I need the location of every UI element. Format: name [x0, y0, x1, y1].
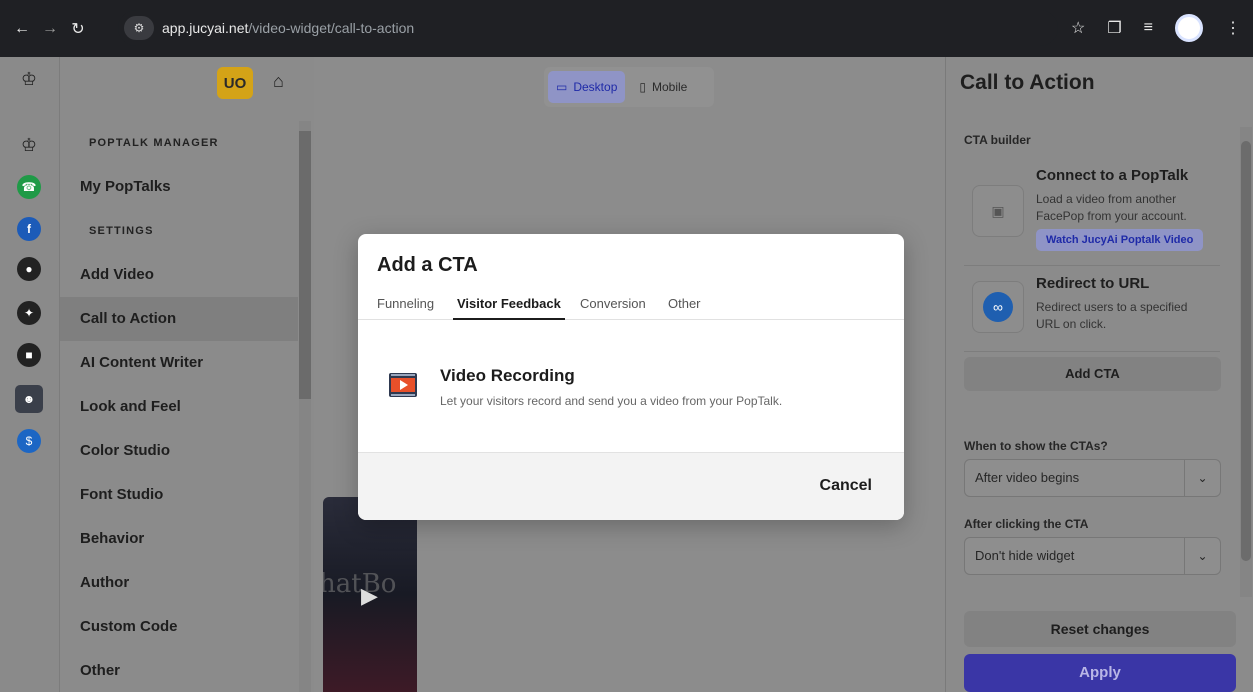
- video-recording-icon: [389, 373, 417, 397]
- section-settings: SETTINGS: [89, 225, 154, 237]
- divider: [964, 265, 1220, 266]
- option-title: Video Recording: [440, 366, 575, 385]
- sidebar-item-my-poptalks[interactable]: My PopTalks: [60, 165, 298, 209]
- cta-builder-label: CTA builder: [964, 133, 1031, 147]
- extensions-icon[interactable]: ❐: [1107, 18, 1121, 38]
- url-path: /video-widget/call-to-action: [248, 20, 415, 36]
- when-to-show-label: When to show the CTAs?: [964, 439, 1108, 453]
- panel-scrollbar[interactable]: [1240, 127, 1252, 597]
- back-icon[interactable]: ←: [8, 20, 36, 38]
- section-poptalk-manager: POPTALK MANAGER: [89, 137, 219, 149]
- apply-button[interactable]: Apply: [964, 654, 1236, 692]
- after-click-value: Don't hide widget: [975, 548, 1075, 563]
- user-avatar[interactable]: UO: [217, 67, 253, 99]
- bookmark-star-icon[interactable]: ☆: [1071, 18, 1085, 38]
- panel-title: Call to Action: [960, 71, 1095, 94]
- monitor-icon: ▭: [556, 80, 568, 94]
- media-queue-icon[interactable]: ≡: [1144, 19, 1153, 37]
- cta-card-title: Connect to a PopTalk: [1036, 167, 1189, 184]
- sidebar-item-ai-content-writer[interactable]: AI Content Writer: [60, 341, 298, 385]
- forward-icon[interactable]: →: [36, 20, 64, 38]
- sidebar-item-add-video[interactable]: Add Video: [60, 253, 298, 297]
- sidebar-item-behavior[interactable]: Behavior: [60, 517, 298, 561]
- cta-card-description: Redirect users to a specified URL on cli…: [1036, 300, 1188, 331]
- chevron-down-icon[interactable]: ⌄: [1184, 460, 1220, 496]
- profile-avatar[interactable]: [1175, 14, 1203, 42]
- video-thumbnail-text: hatBo: [323, 569, 397, 599]
- contact-icon[interactable]: ●: [17, 257, 41, 281]
- app-icon-rail: ♔ ♔ ☎ f ● ✦ ■ ☻ $: [0, 57, 60, 692]
- tab-funneling[interactable]: Funneling: [377, 296, 434, 320]
- after-click-label: After clicking the CTA: [964, 517, 1089, 531]
- sidebar-item-author[interactable]: Author: [60, 561, 298, 605]
- poptalk-app-icon[interactable]: ♔: [17, 133, 41, 157]
- sidebar-item-font-studio[interactable]: Font Studio: [60, 473, 298, 517]
- after-click-select[interactable]: Don't hide widget ⌄: [964, 537, 1221, 575]
- sidebar-menu: POPTALK MANAGER My PopTalks SETTINGS Add…: [60, 121, 298, 692]
- phone-icon: ▯: [639, 80, 646, 94]
- cta-category-tabs: Funneling Visitor Feedback Conversion Ot…: [358, 296, 904, 320]
- watch-poptalk-video-link[interactable]: Watch JucyAi Poptalk Video: [1036, 229, 1204, 251]
- mascot-app-icon[interactable]: ☻: [15, 385, 43, 413]
- facebook-icon[interactable]: f: [17, 217, 41, 241]
- sparkle-icon[interactable]: ✦: [17, 301, 41, 325]
- reset-changes-button[interactable]: Reset changes: [964, 611, 1236, 647]
- cta-card-description: Load a video from another FacePop from y…: [1036, 192, 1187, 223]
- cancel-button[interactable]: Cancel: [820, 477, 872, 495]
- mobile-label: Mobile: [651, 80, 688, 94]
- browser-menu-icon[interactable]: ⋮: [1225, 18, 1241, 38]
- site-settings-icon[interactable]: ⚙: [124, 16, 154, 40]
- add-cta-modal: Add a CTA Funneling Visitor Feedback Con…: [358, 234, 904, 520]
- cta-card-title: Redirect to URL: [1036, 275, 1150, 292]
- when-to-show-select[interactable]: After video begins ⌄: [964, 459, 1221, 497]
- when-to-show-value: After video begins: [975, 470, 1080, 485]
- tab-other[interactable]: Other: [668, 296, 701, 320]
- link-icon: ∞: [972, 281, 1024, 333]
- dollar-icon[interactable]: $: [17, 429, 41, 453]
- sidebar-item-other[interactable]: Other: [60, 649, 298, 692]
- add-cta-button[interactable]: Add CTA: [964, 357, 1221, 391]
- sidebar-item-color-studio[interactable]: Color Studio: [60, 429, 298, 473]
- sidebar: UO ⌂ POPTALK MANAGER My PopTalks SETTING…: [60, 57, 314, 692]
- browser-toolbar: ← → ↻ ⚙ app.jucyai.net/video-widget/call…: [0, 0, 1253, 57]
- url-host: app.jucyai.net: [162, 20, 249, 36]
- panel-scrollbar-thumb[interactable]: [1241, 141, 1251, 561]
- view-toggle: ▭ Desktop ▯ Mobile: [544, 67, 714, 107]
- divider: [964, 351, 1220, 352]
- cta-settings-panel: Call to Action CTA builder ▣ Connect to …: [945, 57, 1253, 692]
- chevron-down-icon[interactable]: ⌄: [1184, 538, 1220, 574]
- home-icon[interactable]: ⌂: [273, 71, 284, 92]
- sidebar-scrollbar-thumb[interactable]: [299, 131, 311, 399]
- address-bar[interactable]: ⚙ app.jucyai.net/video-widget/call-to-ac…: [118, 10, 1058, 46]
- video-widget-preview[interactable]: hatBo ▶: [323, 497, 417, 692]
- option-description: Let your visitors record and send you a …: [440, 394, 783, 408]
- broken-image-icon: ▣: [972, 185, 1024, 237]
- modal-footer: Cancel: [358, 452, 904, 520]
- desktop-view-button[interactable]: ▭ Desktop: [548, 71, 626, 103]
- play-icon[interactable]: ▶: [361, 583, 378, 609]
- sidebar-item-custom-code[interactable]: Custom Code: [60, 605, 298, 649]
- whatsapp-icon[interactable]: ☎: [17, 175, 41, 199]
- tab-conversion[interactable]: Conversion: [580, 296, 646, 320]
- sidebar-header: UO ⌂: [60, 57, 314, 107]
- option-video-recording[interactable]: Video Recording Let your visitors record…: [358, 354, 904, 414]
- sidebar-item-look-and-feel[interactable]: Look and Feel: [60, 385, 298, 429]
- tab-visitor-feedback[interactable]: Visitor Feedback: [453, 296, 565, 320]
- chat-app-icon[interactable]: ■: [17, 343, 41, 367]
- sidebar-scrollbar[interactable]: [299, 121, 311, 692]
- modal-title: Add a CTA: [377, 254, 478, 276]
- reload-icon[interactable]: ↻: [64, 19, 92, 39]
- app-logo-icon[interactable]: ♔: [17, 67, 41, 91]
- url-text: app.jucyai.net/video-widget/call-to-acti…: [162, 20, 414, 36]
- mobile-view-button[interactable]: ▯ Mobile: [631, 71, 695, 103]
- desktop-label: Desktop: [573, 80, 618, 94]
- sidebar-item-call-to-action[interactable]: Call to Action: [60, 297, 298, 341]
